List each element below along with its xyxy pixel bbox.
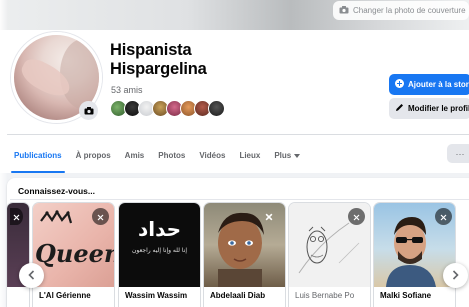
chevron-right-icon (452, 267, 459, 285)
tab-label: Photos (158, 150, 186, 160)
close-icon (265, 208, 273, 226)
carousel-next-button[interactable] (443, 263, 468, 288)
person-name[interactable]: Malki Sofiane (380, 291, 431, 300)
dismiss-suggestion-button[interactable] (92, 208, 109, 225)
queen-text: Queen (35, 239, 114, 268)
friends-count[interactable]: 53 amis (111, 85, 143, 95)
person-name[interactable]: L'Al Gérienne (39, 291, 91, 300)
dismiss-suggestion-button[interactable] (10, 208, 23, 225)
tab-friends[interactable]: Amis (118, 137, 152, 173)
tab-videos[interactable]: Vidéos (192, 137, 232, 173)
friend-avatar[interactable] (208, 100, 225, 117)
add-story-label: Ajouter à la story (408, 80, 469, 89)
plus-circle-icon (395, 79, 404, 90)
add-story-button[interactable]: Ajouter à la story (389, 74, 469, 95)
more-options-button[interactable]: ··· (447, 144, 469, 163)
avatar-camera-button[interactable] (79, 101, 98, 120)
tab-places[interactable]: Lieux (232, 137, 267, 173)
close-icon (13, 208, 20, 226)
arabic-title: حداد (137, 217, 182, 241)
tab-photos[interactable]: Photos (151, 137, 192, 173)
edit-profile-button[interactable]: Modifier le profil (389, 98, 469, 119)
more-options-icon: ··· (455, 148, 465, 159)
left-edge-fade (0, 0, 8, 307)
tab-label: Plus (274, 150, 292, 160)
profile-page: Changer la photo de couverture Hispanist… (0, 0, 469, 307)
tab-label: Vidéos (199, 150, 226, 160)
person-card[interactable]: Queen L'Al Gérienne (33, 203, 114, 307)
cover-photo[interactable]: Changer la photo de couverture (0, 0, 469, 30)
person-card[interactable]: Luis Bernabe Po (289, 203, 370, 307)
profile-name-line1: Hispanista (110, 41, 192, 59)
header-divider (7, 134, 469, 135)
dismiss-suggestion-button[interactable] (435, 208, 452, 225)
close-icon (97, 208, 104, 226)
profile-name: Hispanista Hispargelina (110, 41, 207, 79)
change-cover-button[interactable]: Changer la photo de couverture (333, 1, 469, 20)
dismiss-suggestion-button[interactable] (260, 208, 277, 225)
person-name[interactable]: Abdelaali Diab (210, 291, 265, 300)
tab-about[interactable]: À propos (69, 137, 118, 173)
dismiss-suggestion-button[interactable] (348, 208, 365, 225)
profile-name-line2: Hispargelina (110, 60, 207, 78)
tab-label: Publications (14, 150, 62, 160)
friend-avatars[interactable] (110, 100, 225, 118)
tab-publications[interactable]: Publications (7, 137, 69, 173)
pencil-icon (395, 103, 404, 114)
arabic-subtitle: إنا لله وإنا إليه راجعون (131, 247, 188, 254)
tab-label: Amis (124, 150, 145, 160)
tab-more[interactable]: Plus (267, 137, 307, 173)
person-name[interactable]: Wassim Wassim (125, 291, 187, 300)
edit-profile-label: Modifier le profil (408, 104, 469, 113)
person-card-partial[interactable] (7, 203, 29, 307)
person-card[interactable]: Abdelaali Diab (204, 203, 285, 307)
person-card[interactable]: Malki Sofiane (374, 203, 455, 307)
person-photo[interactable]: حداد إنا لله وإنا إليه راجعون (119, 203, 200, 287)
tab-label: Lieux (239, 150, 261, 160)
tab-label: À propos (75, 150, 111, 160)
chevron-left-icon (28, 267, 35, 285)
profile-tabs: Publications À propos Amis Photos Vidéos… (7, 137, 307, 173)
person-name[interactable]: Luis Bernabe Po (295, 291, 354, 300)
caret-down-icon (294, 151, 301, 160)
close-icon (353, 208, 360, 226)
camera-icon (339, 5, 349, 16)
close-icon (440, 208, 447, 226)
pymk-title: Connaissez-vous... (18, 186, 95, 196)
carousel-prev-button[interactable] (19, 263, 44, 288)
change-cover-label: Changer la photo de couverture (353, 6, 466, 15)
person-card[interactable]: حداد إنا لله وإنا إليه راجعون Wassim Was… (119, 203, 200, 307)
pymk-divider (10, 199, 469, 200)
camera-icon (84, 102, 94, 120)
